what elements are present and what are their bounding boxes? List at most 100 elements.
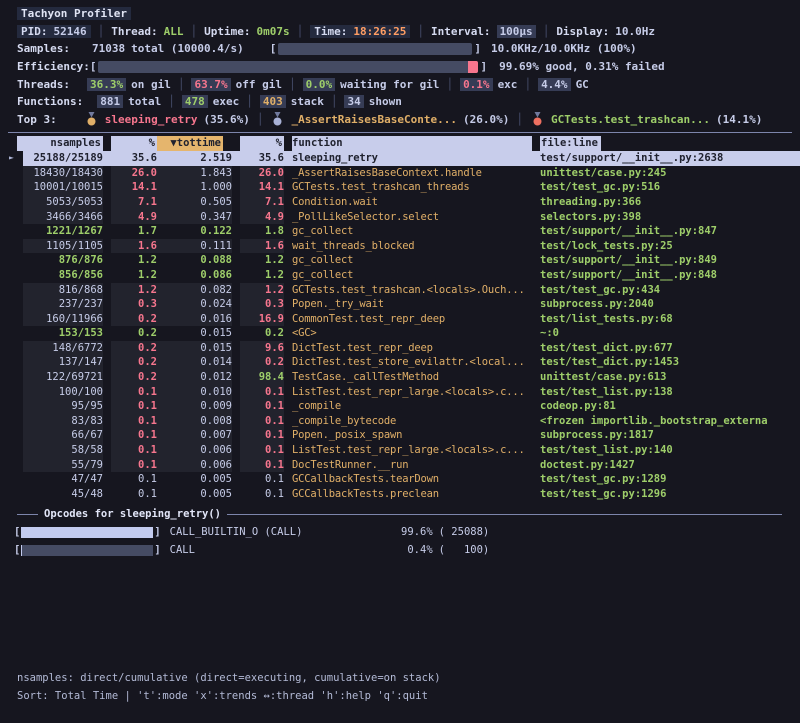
column-header-nsamples[interactable]: nsamples [17,136,103,151]
table-row[interactable]: 153/153 0.2 0.015 0.2 <GC> ~:0 [23,326,800,341]
table-row[interactable]: 5053/5053 7.1 0.505 7.1 Condition.wait t… [23,195,800,210]
threads-line: Threads: 36.3%on gil│63.7%off gil│0.0%wa… [17,75,792,93]
cell-tottime: 0.008 [157,414,232,429]
table-row[interactable]: 237/237 0.3 0.024 0.3 Popen._try_wait su… [23,297,800,312]
cell-cum-pct: 0.1 [240,472,284,487]
table-row[interactable]: 100/100 0.1 0.010 0.1 ListTest.test_repr… [23,385,800,400]
opcode-pct: 99.6% [395,526,433,538]
column-header-cumpct[interactable]: % [240,136,284,151]
cell-tottime: 0.014 [157,355,232,370]
cell-nsamples: 876/876 [23,253,103,268]
table-row[interactable]: 25188/25189 35.6 2.519 35.6 sleeping_ret… [23,151,800,166]
cell-function: GCCallbackTests.tearDown [292,472,532,487]
table-row[interactable]: 18430/18430 26.0 1.843 26.0 _AssertRaise… [23,166,800,181]
cell-function: _compile [292,399,532,414]
opcodes-title: Opcodes for sleeping_retry() [38,508,227,520]
efficiency-text: 99.69% good, 0.31% failed [499,60,665,73]
table-row[interactable]: 1221/1267 1.7 0.122 1.8 gc_collect test/… [23,224,800,239]
table-row[interactable]: 876/876 1.2 0.088 1.2 gc_collect test/su… [23,253,800,268]
cell-cum-pct: 1.2 [240,283,284,298]
top3-function-name[interactable]: _AssertRaisesBaseConte... [291,113,457,126]
separator: │ [524,78,531,91]
cell-file-line: test/test_gc.py:516 [540,180,782,195]
opcode-row: [ ] CALL 0.4% ( 100) [14,541,800,559]
separator: │ [98,25,105,38]
table-row[interactable]: 137/147 0.2 0.014 0.2 DictTest.test_stor… [23,355,800,370]
table-row[interactable]: 55/79 0.1 0.006 0.1 DocTestRunner.__run … [23,458,800,473]
cell-tottime: 0.005 [157,487,232,502]
cell-cum-pct: 0.1 [240,487,284,502]
cell-cum-pct: 0.1 [240,443,284,458]
cell-nsamples: 153/153 [23,326,103,341]
samples-bar [278,43,472,55]
cell-function: ListTest.test_repr_large.<locals>.c... [292,443,532,458]
table-row[interactable]: 160/11966 0.2 0.016 16.9 CommonTest.test… [23,312,800,327]
table-row[interactable]: 148/6772 0.2 0.015 9.6 DictTest.test_rep… [23,341,800,356]
cell-nsamples: 1105/1105 [23,239,103,254]
column-header-tottime-sorted[interactable]: ▼tottime [157,136,223,151]
cell-function: <GC> [292,326,532,341]
table-row[interactable]: 10001/10015 14.1 1.000 14.1 GCTests.test… [23,180,800,195]
separator: │ [543,25,550,38]
cell-function: TestCase._callTestMethod [292,370,532,385]
cell-function: sleeping_retry [292,151,532,166]
threads-stat-value: 0.1% [460,78,493,91]
cell-pct: 7.1 [111,195,157,210]
cell-function: _PollLikeSelector.select [292,210,532,225]
cell-function: gc_collect [292,268,532,283]
table-row[interactable]: 3466/3466 4.9 0.347 4.9 _PollLikeSelecto… [23,210,800,225]
cell-file-line: unittest/case.py:613 [540,370,782,385]
separator: │ [516,113,523,126]
table-row[interactable]: 95/95 0.1 0.009 0.1 _compile codeop.py:8… [23,399,800,414]
bar-bracket: ] [480,60,487,73]
functions-stat-unit: stack [291,95,324,108]
cell-cum-pct: 0.3 [240,297,284,312]
table-row[interactable]: 58/58 0.1 0.006 0.1 ListTest.test_repr_l… [23,443,800,458]
table-row[interactable]: 45/48 0.1 0.005 0.1 GCCallbackTests.prec… [23,487,800,502]
separator: │ [446,78,453,91]
cell-file-line: unittest/case.py:245 [540,166,782,181]
threads-stat-value: 4.4% [538,78,571,91]
medal-icon [86,112,97,126]
table-row[interactable]: 856/856 1.2 0.086 1.2 gc_collect test/su… [23,268,800,283]
cell-nsamples: 66/67 [23,428,103,443]
cell-cum-pct: 7.1 [240,195,284,210]
cell-cum-pct: 0.1 [240,458,284,473]
samples-rate: 10.0KHz/10.0KHz (100%) [491,42,637,55]
cell-file-line: selectors.py:398 [540,210,782,225]
column-header-pct[interactable]: % [111,136,157,151]
table-row[interactable]: 816/868 1.2 0.082 1.2 GCTests.test_trash… [23,283,800,298]
functions-stat-value: 34 [344,95,363,108]
cell-tottime: 0.122 [157,224,232,239]
cell-nsamples: 1221/1267 [23,224,103,239]
cell-nsamples: 816/868 [23,283,103,298]
cell-cum-pct: 1.6 [240,239,284,254]
cell-file-line: test/support/__init__.py:848 [540,268,782,283]
cell-tottime: 0.015 [157,341,232,356]
functions-stat-unit: exec [213,95,240,108]
column-header-fileline[interactable]: file:line [540,136,601,151]
cell-tottime: 0.111 [157,239,232,254]
cell-pct: 0.2 [111,355,157,370]
table-row[interactable]: 83/83 0.1 0.008 0.1 _compile_bytecode <f… [23,414,800,429]
cell-tottime: 0.005 [157,472,232,487]
cell-file-line: test/test_gc.py:434 [540,283,782,298]
status-item-label: Uptime: [204,25,250,38]
top3-function-name[interactable]: sleeping_retry [105,113,198,126]
table-row[interactable]: 47/47 0.1 0.005 0.1 GCCallbackTests.tear… [23,472,800,487]
column-header-function[interactable]: function [292,136,532,151]
cell-pct: 14.1 [111,180,157,195]
cell-nsamples: 122/69721 [23,370,103,385]
table-row[interactable]: 66/67 0.1 0.007 0.1 Popen._posix_spawn s… [23,428,800,443]
cell-nsamples: 25188/25189 [23,151,103,166]
opcode-count: ( 25088) [439,526,490,538]
cell-pct: 1.6 [111,239,157,254]
opcode-bar-fill [21,545,22,556]
cell-file-line: test/test_gc.py:1289 [540,472,782,487]
cell-function: Popen._try_wait [292,297,532,312]
cell-function: DictTest.test_repr_deep [292,341,532,356]
table-row[interactable]: 122/69721 0.2 0.012 98.4 TestCase._callT… [23,370,800,385]
table-row[interactable]: 1105/1105 1.6 0.111 1.6 wait_threads_blo… [23,239,800,254]
cell-tottime: 0.007 [157,428,232,443]
top3-function-name[interactable]: GCTests.test_trashcan... [551,113,710,126]
